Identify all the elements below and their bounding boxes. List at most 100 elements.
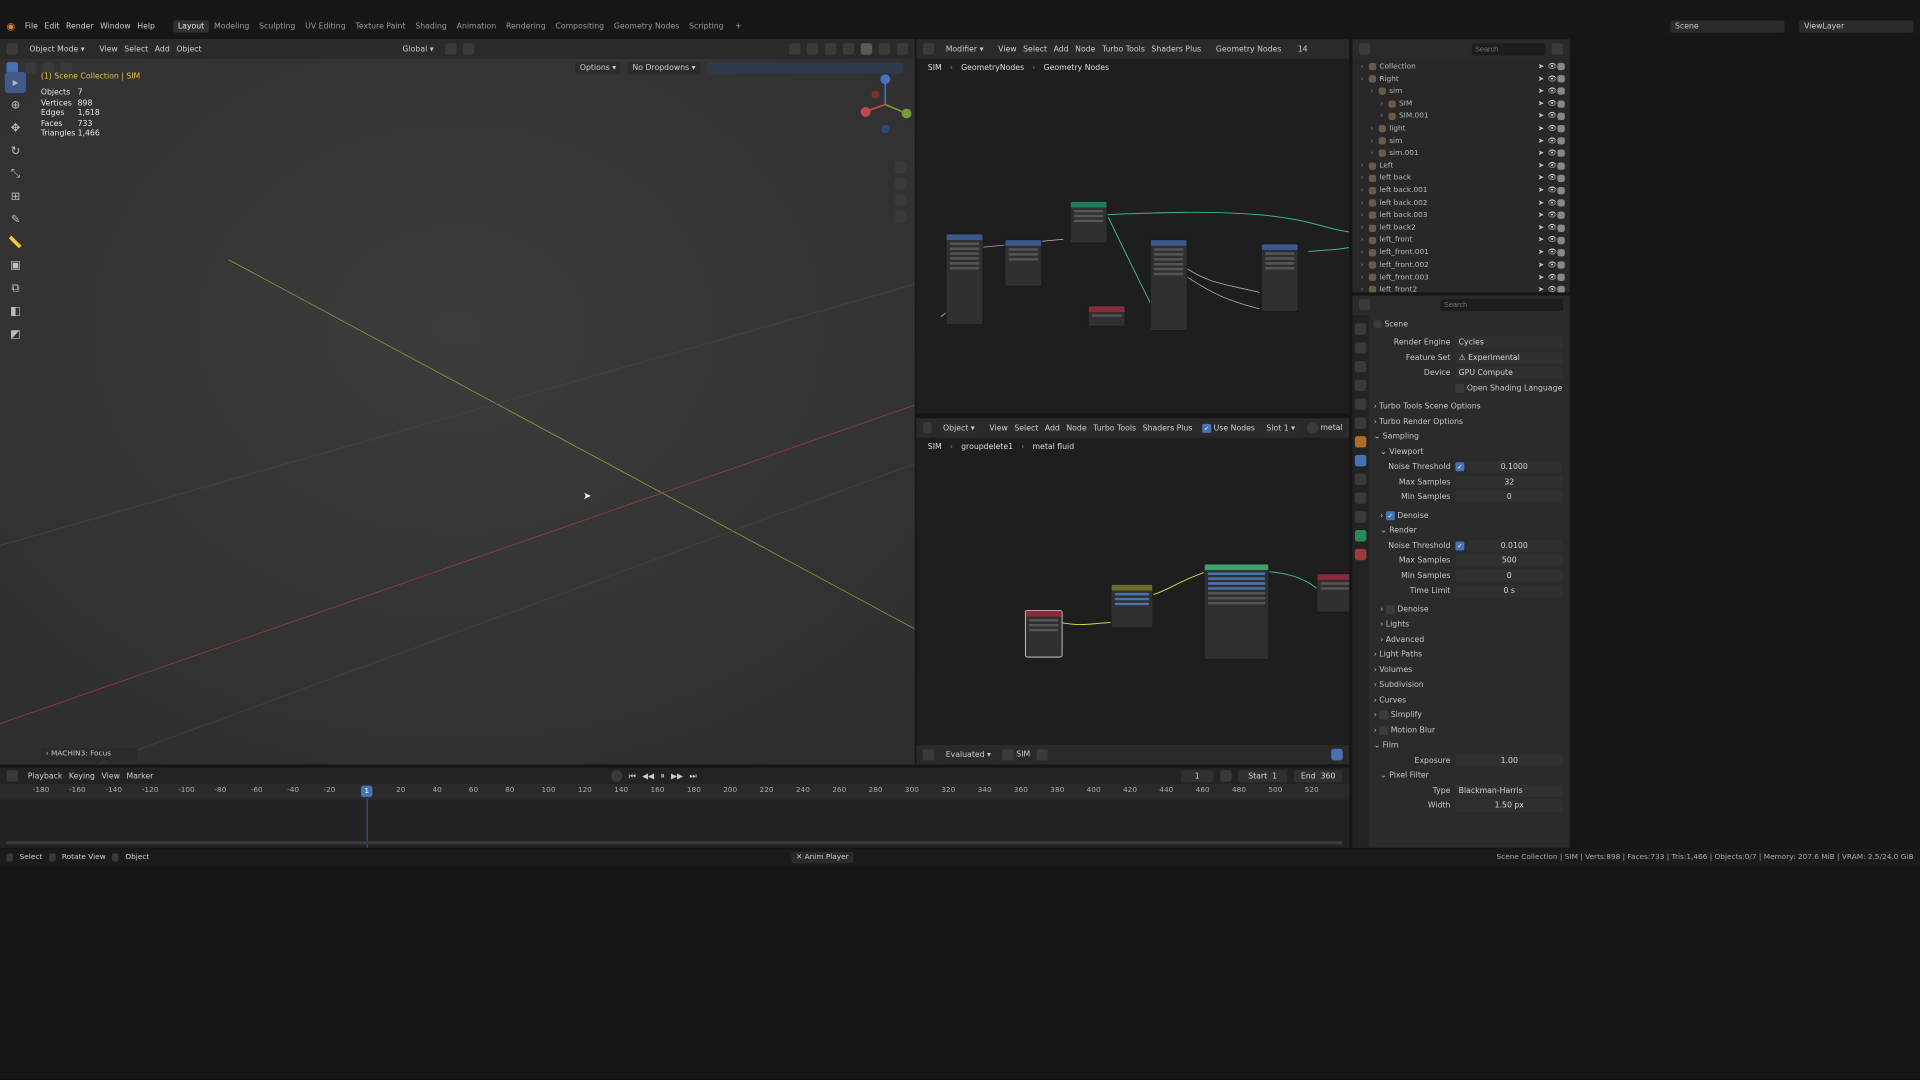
select-arrow-icon[interactable]: ➤ [1538,87,1548,95]
select-arrow-icon[interactable]: ➤ [1538,224,1548,232]
node-attribute-statistic[interactable] [1149,239,1188,331]
camera-icon[interactable] [1557,75,1565,83]
select-arrow-icon[interactable]: ➤ [1538,149,1548,157]
expand-arrow-icon[interactable]: › [1361,199,1369,207]
node-set-position[interactable] [1069,200,1108,244]
viewport-subpanel[interactable]: ⌄ Viewport [1374,444,1568,459]
select-tool-icon[interactable]: ▸ [4,71,27,94]
expand-arrow-icon[interactable]: › [1370,87,1378,95]
select-arrow-icon[interactable]: ➤ [1538,63,1548,71]
outliner-item[interactable]: › left back.002 ➤ 👁 [1352,197,1569,209]
outliner-item[interactable]: › sim ➤ 👁 [1352,135,1569,147]
camera-icon[interactable] [1557,87,1565,96]
scene-selector[interactable]: Scene [1670,20,1785,33]
timeline[interactable]: Playback Keying View Marker ⏮ ◀◀ ⏸ ▶▶ ⏭ 1 S… [0,767,1350,848]
select-arrow-icon[interactable]: ➤ [1538,174,1548,182]
object-tab-icon[interactable] [1354,436,1367,448]
expand-arrow-icon[interactable]: › [1370,149,1378,157]
eye-icon[interactable]: 👁 [1548,187,1558,195]
select-arrow-icon[interactable]: ➤ [1538,125,1548,133]
camera-icon[interactable] [1557,199,1565,207]
expand-arrow-icon[interactable]: › [1361,75,1369,83]
expand-arrow-icon[interactable]: › [1361,286,1369,293]
simplify-checkbox[interactable] [1379,710,1389,720]
editor-type-icon[interactable] [1358,298,1371,311]
outliner-item[interactable]: › left_front.002 ➤ 👁 [1352,259,1569,271]
vp-denoise-checkbox[interactable]: ✓ [1385,511,1395,521]
r-noise-field[interactable]: 0.0100 [1466,539,1562,552]
step-back-icon[interactable]: ◀◀ [642,771,654,780]
expand-arrow-icon[interactable]: › [1370,137,1378,145]
snap-icon[interactable] [445,43,457,55]
particles-tab-icon[interactable] [1354,473,1367,486]
editor-type-icon[interactable] [6,770,18,782]
physics-tab-icon[interactable] [1354,492,1367,504]
transform-orientation-dropdown[interactable]: Global ▾ [397,42,439,56]
camera-icon[interactable] [1557,211,1565,220]
select-arrow-icon[interactable]: ➤ [1538,199,1548,207]
osl-checkbox[interactable] [1455,383,1465,393]
camera-icon[interactable] [1557,137,1565,145]
gizmo-icon[interactable] [806,43,819,55]
pin-icon[interactable] [1036,748,1049,761]
outliner-item[interactable]: › SIM.001 ➤ 👁 [1352,110,1569,122]
eye-icon[interactable]: 👁 [1548,87,1558,95]
editor-type-icon[interactable] [1358,43,1371,55]
film-panel[interactable]: ⌄ Film [1374,738,1568,753]
viewlayer-selector[interactable]: ViewLayer [1799,20,1914,33]
eye-icon[interactable]: 👁 [1548,162,1558,170]
r-max-samples-field[interactable]: 500 [1455,554,1564,567]
filter-icon[interactable] [1331,748,1343,761]
render-engine-dropdown[interactable]: Cycles [1455,336,1564,349]
camera-icon[interactable] [1557,236,1565,244]
end-frame-field[interactable]: End 360 [1293,769,1343,782]
xray-icon[interactable] [842,43,855,55]
outliner-item[interactable]: › left back ➤ 👁 [1352,172,1569,184]
lights-subpanel[interactable]: › Lights [1374,617,1568,632]
zoom-icon[interactable] [895,161,907,174]
render-subpanel[interactable]: ⌄ Render [1374,523,1568,538]
simplify-panel[interactable]: › Simplify [1374,708,1568,723]
eye-icon[interactable]: 👁 [1548,286,1558,293]
tool-icon[interactable]: ◩ [5,323,26,344]
playhead-marker[interactable]: 1 [360,785,373,798]
node-material-output[interactable] [1316,573,1350,613]
clock-icon[interactable] [1220,770,1232,782]
step-forward-icon[interactable]: ▶▶ [671,771,683,780]
camera-icon[interactable] [1557,286,1565,293]
eye-icon[interactable]: 👁 [1548,211,1558,219]
scene-tab-icon[interactable] [1354,398,1367,410]
tab-layout[interactable]: Layout [172,20,210,33]
expand-arrow-icon[interactable]: › [1361,211,1369,219]
menu-view[interactable]: View [96,45,121,54]
expand-arrow-icon[interactable]: › [1361,187,1369,195]
eye-icon[interactable]: 👁 [1548,63,1558,71]
outliner-item[interactable]: › left back2 ➤ 👁 [1352,222,1569,234]
camera-icon[interactable] [1557,174,1565,182]
anim-player-button[interactable]: ✕ Anim Player [791,851,854,864]
select-arrow-icon[interactable]: ➤ [1538,286,1548,293]
tab-modeling[interactable]: Modeling [209,20,254,32]
menu-edit[interactable]: Edit [41,22,63,31]
properties-panel[interactable]: Scene Render Engine Cycles Feature Set ⚠ E… [1352,295,1570,848]
outliner-item[interactable]: › left back.001 ➤ 👁 [1352,184,1569,196]
timeline-scrollbar[interactable] [6,841,1343,845]
expand-arrow-icon[interactable]: › [1380,112,1388,120]
tool-tab-icon[interactable] [1354,323,1367,335]
modifier-tab-icon[interactable] [1354,454,1367,467]
r-time-limit-field[interactable]: 0 s [1455,584,1564,598]
tab-sculpting[interactable]: Sculpting [254,20,300,32]
pause-icon[interactable]: ⏸ [661,771,665,780]
menu-window[interactable]: Window [97,22,134,31]
outliner-item[interactable]: › Right ➤ 👁 [1352,73,1569,85]
move-tool-icon[interactable]: ✥ [5,118,26,139]
vp-min-samples-field[interactable]: 0 [1455,491,1564,504]
menu-keying[interactable]: Keying [66,771,99,780]
select-arrow-icon[interactable]: ➤ [1538,162,1548,170]
add-workspace-button[interactable]: + [735,22,742,31]
light-paths-panel[interactable]: › Light Paths [1374,647,1568,662]
proportional-edit-icon[interactable] [463,43,475,55]
tab-rendering[interactable]: Rendering [501,20,550,32]
menu-help[interactable]: Help [134,22,158,31]
expand-arrow-icon[interactable]: › [1361,261,1369,269]
